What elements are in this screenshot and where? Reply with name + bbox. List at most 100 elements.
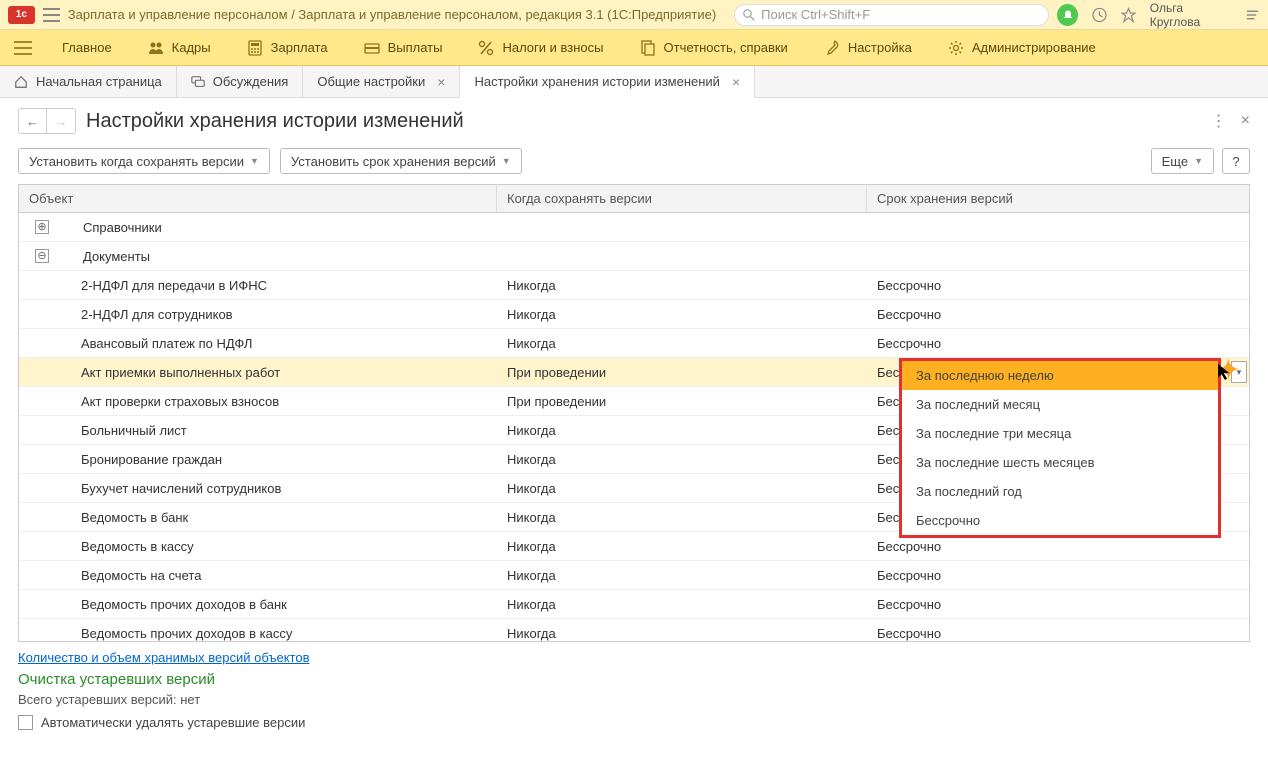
close-icon[interactable]: × <box>437 74 445 90</box>
when-cell[interactable]: Никогда <box>497 474 867 502</box>
nav-back-button[interactable]: ← <box>19 109 47 133</box>
collapse-icon[interactable]: ⊖ <box>35 249 49 263</box>
dropdown-item[interactable]: Бессрочно <box>902 506 1218 535</box>
more-button[interactable]: Еще ▼ <box>1151 148 1214 174</box>
when-cell[interactable]: При проведении <box>497 358 867 386</box>
user-name[interactable]: Ольга Круглова <box>1150 1 1231 29</box>
when-cell[interactable]: Никогда <box>497 619 867 641</box>
toolbar: Установить когда сохранять версии ▼ Уста… <box>0 142 1268 184</box>
logo-1c: 1c <box>8 6 35 24</box>
nav-arrows: ← → <box>18 108 76 134</box>
dropdown-item[interactable]: За последние три месяца <box>902 419 1218 448</box>
table: Объект Когда сохранять версии Срок хране… <box>18 184 1250 642</box>
menu-personnel[interactable]: Кадры <box>134 30 225 66</box>
group-label: Справочники <box>55 220 162 235</box>
when-cell[interactable]: Никогда <box>497 561 867 589</box>
table-row[interactable]: 2-НДФЛ для сотрудников НикогдаБессрочно <box>19 300 1249 329</box>
app-title: Зарплата и управление персоналом / Зарпл… <box>68 7 716 22</box>
table-row[interactable]: 2-НДФЛ для передачи в ИФНС НикогдаБессроч… <box>19 271 1249 300</box>
menu-payments[interactable]: Выплаты <box>350 30 457 66</box>
table-group-row[interactable]: ⊕ Справочники <box>19 213 1249 242</box>
history-icon[interactable] <box>1092 7 1107 23</box>
nav-forward-button[interactable]: → <box>47 109 75 133</box>
object-cell: Акт проверки страховых взносов <box>29 394 279 409</box>
when-cell[interactable]: Никогда <box>497 503 867 531</box>
object-cell: Больничный лист <box>29 423 187 438</box>
th-object[interactable]: Объект <box>19 185 497 212</box>
table-row[interactable]: Авансовый платеж по НДФЛНикогдаБессрочно <box>19 329 1249 358</box>
help-button[interactable]: ? <box>1222 148 1250 174</box>
settings-lines-icon[interactable] <box>1245 7 1260 23</box>
tab-discussions[interactable]: Обсуждения <box>177 66 304 97</box>
auto-delete-checkbox[interactable] <box>18 715 33 730</box>
when-cell[interactable]: Никогда <box>497 300 867 328</box>
search-placeholder: Поиск Ctrl+Shift+F <box>761 7 870 22</box>
report-icon <box>640 40 656 56</box>
menu-taxes[interactable]: Налоги и взносы <box>464 30 617 66</box>
object-cell: Ведомость в банк <box>29 510 188 525</box>
when-cell[interactable]: Никогда <box>497 445 867 473</box>
table-row[interactable]: Ведомость прочих доходов в банк НикогдаБе… <box>19 590 1249 619</box>
stored-versions-link[interactable]: Количество и объем хранимых версий объек… <box>18 650 309 665</box>
menu-settings[interactable]: Настройка <box>810 30 926 66</box>
menu-admin[interactable]: Администрирование <box>934 30 1110 66</box>
dropdown-item[interactable]: За последние шесть месяцев <box>902 448 1218 477</box>
set-when-button[interactable]: Установить когда сохранять версии ▼ <box>18 148 270 174</box>
when-cell[interactable]: Никогда <box>497 590 867 618</box>
search-input[interactable]: Поиск Ctrl+Shift+F <box>734 4 1049 26</box>
dropdown-trigger[interactable]: ▾ <box>1231 361 1247 383</box>
object-cell: Бронирование граждан <box>29 452 222 467</box>
outdated-count: Всего устаревших версий: нет <box>18 692 1250 707</box>
menu-main[interactable]: Главное <box>48 30 126 66</box>
menu-burger-icon[interactable] <box>14 41 32 55</box>
when-cell[interactable]: Никогда <box>497 271 867 299</box>
when-cell[interactable]: Никогда <box>497 416 867 444</box>
when-cell[interactable]: Никогда <box>497 329 867 357</box>
term-cell[interactable]: Бессрочно <box>867 590 1249 618</box>
object-cell: Ведомость прочих доходов в банк <box>29 597 287 612</box>
term-cell[interactable]: Бессрочно <box>867 300 1249 328</box>
close-icon[interactable]: × <box>732 74 740 90</box>
search-icon <box>743 9 755 21</box>
wrench-icon <box>824 40 840 56</box>
dropdown-item[interactable]: За последний год <box>902 477 1218 506</box>
term-cell[interactable]: Бессрочно <box>867 619 1249 641</box>
when-cell[interactable]: При проведении <box>497 387 867 415</box>
set-term-button[interactable]: Установить срок хранения версий ▼ <box>280 148 522 174</box>
expand-icon[interactable]: ⊕ <box>35 220 49 234</box>
th-term[interactable]: Срок хранения версий <box>867 185 1249 212</box>
group-label: Документы <box>55 249 150 264</box>
object-cell: Ведомость на счета <box>29 568 201 583</box>
close-page-icon[interactable]: × <box>1241 112 1250 130</box>
tab-home[interactable]: Начальная страница <box>0 66 177 97</box>
star-icon[interactable] <box>1121 7 1136 23</box>
term-cell[interactable]: Бессрочно <box>867 561 1249 589</box>
people-icon <box>148 40 164 56</box>
object-cell: Бухучет начислений сотрудников <box>29 481 281 496</box>
burger-icon[interactable] <box>43 8 60 22</box>
th-when[interactable]: Когда сохранять версии <box>497 185 867 212</box>
kebab-icon[interactable]: ⋮ <box>1211 111 1227 131</box>
cleanup-section-title: Очистка устаревших версий <box>18 671 1250 688</box>
object-cell: Ведомость прочих доходов в кассу <box>29 626 292 641</box>
when-cell[interactable]: Никогда <box>497 532 867 560</box>
chat-icon <box>191 75 205 89</box>
menu-salary[interactable]: Зарплата <box>233 30 342 66</box>
dropdown-item[interactable]: За последнюю неделю <box>902 361 1218 390</box>
term-cell[interactable]: Бессрочно <box>867 329 1249 357</box>
object-cell: 2-НДФЛ для сотрудников <box>29 307 233 322</box>
notification-icon[interactable] <box>1057 4 1078 26</box>
percent-icon <box>478 40 494 56</box>
tab-general-settings[interactable]: Общие настройки × <box>303 66 460 97</box>
table-group-row[interactable]: ⊖ Документы <box>19 242 1249 271</box>
object-cell: 2-НДФЛ для передачи в ИФНС <box>29 278 267 293</box>
table-row[interactable]: Ведомость прочих доходов в кассу НикогдаБ… <box>19 619 1249 641</box>
term-cell[interactable]: Бессрочно <box>867 271 1249 299</box>
calculator-icon <box>247 40 263 56</box>
table-row[interactable]: Ведомость на счета НикогдаБессрочно <box>19 561 1249 590</box>
dropdown-item[interactable]: За последний месяц <box>902 390 1218 419</box>
tab-history-settings[interactable]: Настройки хранения истории изменений × <box>460 66 755 98</box>
menu-reports[interactable]: Отчетность, справки <box>626 30 802 66</box>
wallet-icon <box>364 40 380 56</box>
table-header: Объект Когда сохранять версии Срок хране… <box>19 185 1249 213</box>
